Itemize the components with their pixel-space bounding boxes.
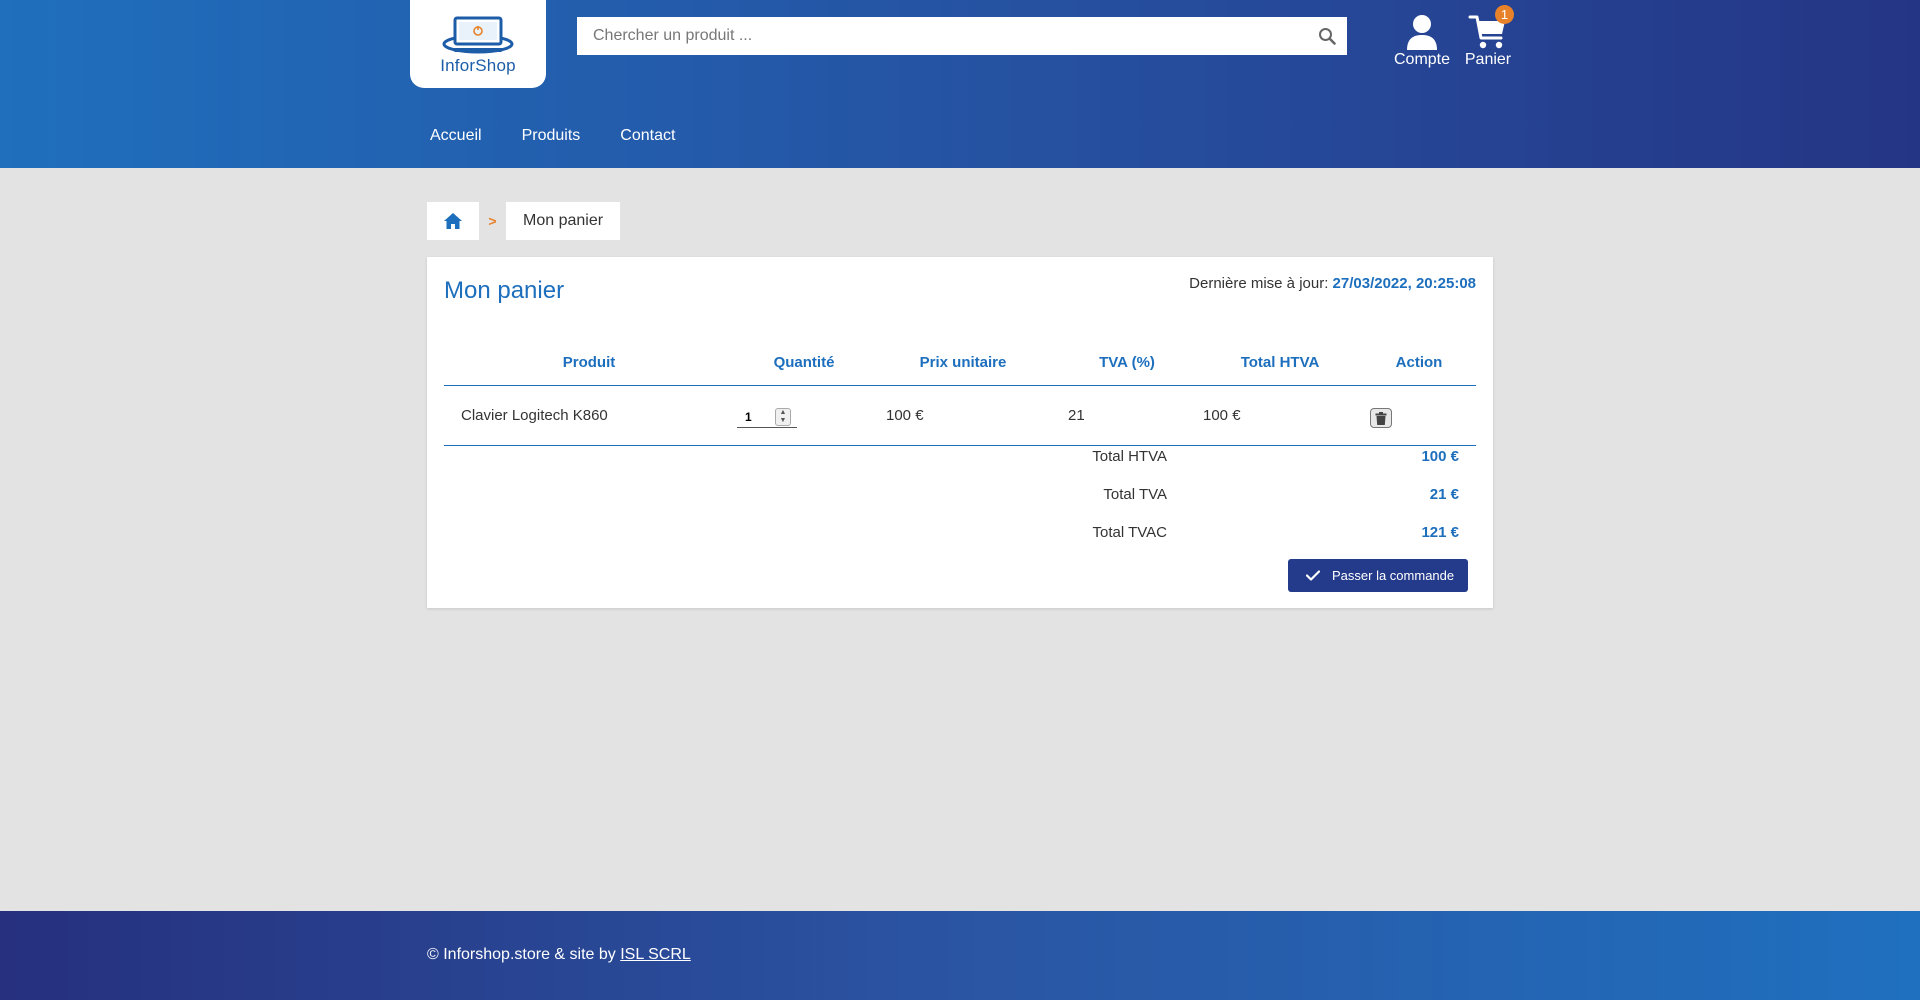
footer-copyright: © Inforshop.store & site by (427, 946, 621, 963)
place-order-label: Passer la commande (1332, 568, 1455, 583)
search-bar (577, 17, 1347, 55)
row-unit-price: 100 € (886, 407, 924, 424)
nav-accueil[interactable]: Accueil (430, 127, 482, 145)
total-htva-value: 100 € (1421, 448, 1459, 465)
cart-card: Mon panier Dernière mise à jour: 27/03/2… (427, 257, 1493, 608)
column-header-quantity: Quantité (773, 354, 835, 371)
place-order-button[interactable]: Passer la commande (1288, 559, 1468, 592)
site-logo[interactable]: InforShop (410, 0, 546, 88)
last-updated-label: Dernière mise à jour: (1189, 275, 1329, 292)
total-htva-label: Total HTVA (1092, 448, 1167, 465)
delete-item-button[interactable] (1370, 408, 1392, 428)
totals-section: Total HTVA 100 € Total TVA 21 € Total TV… (444, 448, 1476, 548)
cart-count-badge: 1 (1495, 5, 1514, 24)
logo-text: InforShop (440, 56, 516, 75)
account-label: Compte (1393, 51, 1451, 68)
last-updated: Dernière mise à jour: 27/03/2022, 20:25:… (1189, 275, 1476, 292)
search-input[interactable] (577, 17, 1307, 55)
cart-table: Produit Quantité Prix unitaire TVA (%) T… (444, 354, 1476, 541)
user-icon (1407, 15, 1437, 50)
row-vat: 21 (1068, 407, 1085, 424)
total-tva-value: 21 € (1429, 486, 1459, 503)
cart-link[interactable]: Panier 1 (1462, 5, 1514, 69)
site-footer: © Inforshop.store & site by ISL SCRL (0, 911, 1920, 1000)
column-header-product: Produit (562, 354, 616, 371)
total-tvac-value: 121 € (1421, 524, 1459, 541)
home-icon (444, 213, 462, 229)
breadcrumb-home[interactable] (427, 202, 479, 240)
search-icon (1319, 28, 1336, 45)
spin-up-icon[interactable]: ▲ (780, 409, 787, 417)
page-title: Mon panier (444, 277, 565, 304)
row-product: Clavier Logitech K860 (461, 407, 608, 424)
quantity-input[interactable] (737, 409, 775, 424)
trash-icon (1375, 411, 1387, 425)
column-header-action: Action (1395, 354, 1443, 371)
quantity-stepper[interactable]: ▲ ▼ (737, 406, 797, 428)
row-total-htva: 100 € (1203, 407, 1241, 424)
cart-label: Panier (1464, 51, 1512, 68)
breadcrumb-separator: > (488, 213, 497, 229)
column-header-unit-price: Prix unitaire (919, 354, 1007, 371)
nav-produits[interactable]: Produits (522, 127, 581, 145)
breadcrumb: > Mon panier (427, 202, 621, 240)
laptop-logo-icon (442, 16, 514, 54)
search-button[interactable] (1307, 17, 1347, 55)
last-updated-value: 27/03/2022, 20:25:08 (1332, 275, 1476, 292)
nav-contact[interactable]: Contact (620, 127, 675, 145)
checkmark-icon (1306, 570, 1320, 581)
column-header-total-htva: Total HTVA (1240, 354, 1320, 371)
quantity-spin-buttons[interactable]: ▲ ▼ (775, 407, 791, 426)
total-tva-label: Total TVA (1103, 486, 1167, 503)
footer-link[interactable]: ISL SCRL (620, 946, 691, 963)
main-nav: Accueil Produits Contact (430, 127, 675, 145)
account-link[interactable]: Compte (1392, 14, 1452, 69)
footer-text: © Inforshop.store & site by ISL SCRL (427, 946, 691, 964)
table-header: Produit Quantité Prix unitaire TVA (%) T… (444, 354, 1476, 386)
spin-down-icon[interactable]: ▼ (780, 417, 787, 425)
site-header: InforShop Compte Panier 1 Accueil Produi… (0, 0, 1920, 168)
table-row: Clavier Logitech K860 ▲ ▼ 100 € 21 100 € (444, 386, 1476, 446)
breadcrumb-current: Mon panier (506, 202, 621, 240)
total-tvac-label: Total TVAC (1092, 524, 1167, 541)
column-header-vat: TVA (%) (1099, 354, 1155, 371)
